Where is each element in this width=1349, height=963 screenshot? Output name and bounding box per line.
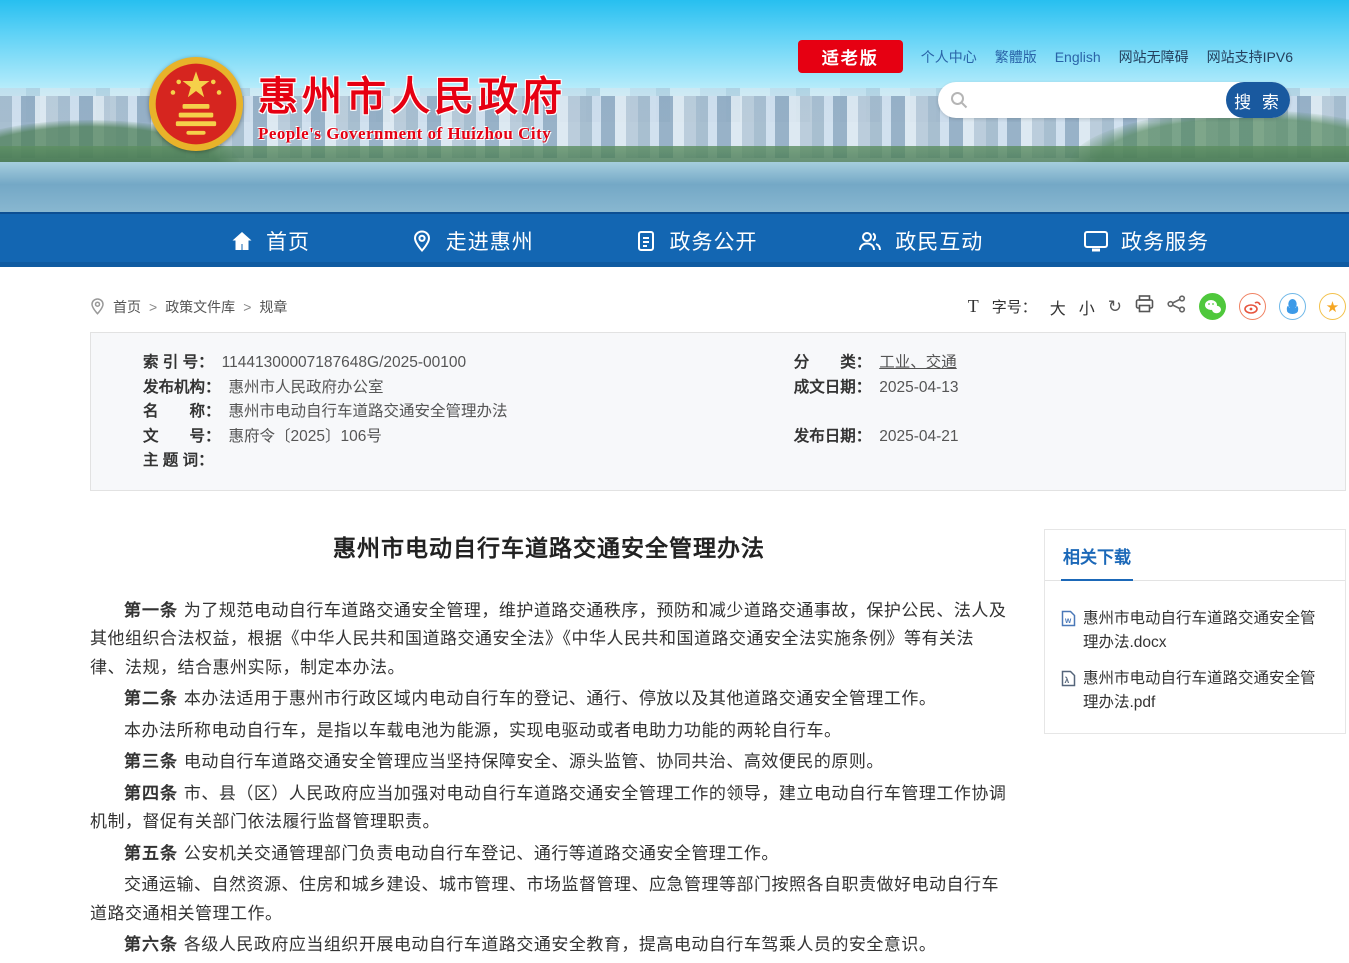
qq-icon [1285,298,1300,315]
nav-item-label: 首页 [266,226,310,256]
breadcrumb-separator: > [149,299,157,315]
home-icon [230,229,254,253]
favorite-button[interactable]: ★ [1319,293,1346,320]
top-link-accessibility[interactable]: 网站无障碍 [1119,47,1189,67]
breadcrumb-home[interactable]: 首页 [113,297,141,317]
meta-category: 分 类：工业、交通 [794,351,1305,376]
search-bar: 搜 索 [938,82,1290,118]
monitor-icon [1083,229,1109,253]
share-button[interactable] [1167,295,1186,318]
elder-mode-button[interactable]: 适老版 [798,40,903,73]
font-smaller-button[interactable]: 小 [1079,295,1095,319]
wechat-icon [1204,299,1222,315]
breadcrumb-toolbar-row: 首页 > 政策文件库 > 规章 T 字号： 大 小 ↻ [90,293,1346,320]
article: 惠州市电动自行车道路交通安全管理办法 第一条 为了规范电动自行车道路交通安全管理… [90,529,1008,963]
article-paragraph: 第五条 公安机关交通管理部门负责电动自行车登记、通行等道路交通安全管理工作。 [90,840,1008,869]
download-pdf-link[interactable]: λ 惠州市电动自行车道路交通安全管理办法.pdf [1061,667,1329,715]
article-paragraph: 第六条 各级人民政府应当组织开展电动自行车道路交通安全教育，提高电动自行车驾乘人… [90,931,1008,960]
article-paragraph: 第一条 为了规范电动自行车道路交通安全管理，维护道路交通秩序，预防和减少道路交通… [90,597,1008,683]
article-paragraph: 交通运输、自然资源、住房和城乡建设、城市管理、市场监督管理、应急管理等部门按照各… [90,871,1008,928]
nav-item-label: 政务服务 [1121,226,1209,256]
font-size-t-icon: T [968,296,979,317]
nav-item-label: 走进惠州 [446,226,534,256]
meta-index-number: 索 引 号：11441300007187648G/2025-00100 [143,351,794,376]
font-larger-button[interactable]: 大 [1050,295,1066,319]
top-link-personal-center[interactable]: 个人中心 [921,47,977,67]
nav-item-government-affairs[interactable]: 政务公开 [634,226,758,256]
download-file-name: 惠州市电动自行车道路交通安全管理办法.docx [1083,607,1329,655]
breadcrumb-policy-library[interactable]: 政策文件库 [165,297,235,317]
page: { "header": { "elder_mode_button": "适老版"… [0,0,1349,919]
search-icon [950,91,968,109]
download-file-name: 惠州市电动自行车道路交通安全管理办法.pdf [1083,667,1329,715]
font-size-label: 字号： [992,296,1037,317]
site-header: 惠州市人民政府 People's Government of Huizhou C… [0,0,1349,212]
document-metadata: 索 引 号：11441300007187648G/2025-00100 发布机构… [90,332,1346,491]
breadcrumb: 首页 > 政策文件库 > 规章 [90,297,287,317]
svg-text:w: w [1064,616,1072,625]
top-link-traditional-chinese[interactable]: 繁體版 [995,47,1037,67]
document-icon [634,229,658,253]
svg-text:λ: λ [1065,675,1070,685]
pdf-file-icon: λ [1061,670,1076,687]
favorite-star-icon: ★ [1326,298,1339,316]
related-downloads-panel: 相关下载 w 惠州市电动自行车道路交通安全管理办法.docx λ 惠州市电动自行… [1044,529,1346,734]
top-link-ipv6[interactable]: 网站支持IPV6 [1207,47,1293,67]
metadata-left-column: 索 引 号：11441300007187648G/2025-00100 发布机构… [143,351,794,474]
word-file-icon: w [1061,610,1076,627]
share-icon [1167,295,1186,313]
breadcrumb-separator: > [243,299,251,315]
related-downloads-header: 相关下载 [1045,530,1345,581]
nav-item-public-interaction[interactable]: 政民互动 [857,226,983,256]
top-link-english[interactable]: English [1055,49,1101,65]
related-downloads-title: 相关下载 [1061,530,1133,581]
download-docx-link[interactable]: w 惠州市电动自行车道路交通安全管理办法.docx [1061,607,1329,655]
page-toolbar: T 字号： 大 小 ↻ ★ [968,293,1346,320]
printer-icon [1135,295,1154,313]
article-paragraph: 第二条 本办法适用于惠州市行政区域内电动自行车的登记、通行、停放以及其他道路交通… [90,685,1008,714]
metadata-right-column: 分 类：工业、交通 成文日期：2025-04-13 发布日期：2025-04-2… [794,351,1305,474]
main-nav: 首页 走进惠州 政务公开 政民互动 政务服务 [0,212,1349,267]
document-title: 惠州市电动自行车道路交通安全管理办法 [90,529,1008,563]
search-input[interactable] [968,85,1226,115]
qq-share-button[interactable] [1279,293,1306,320]
related-downloads-list: w 惠州市电动自行车道路交通安全管理办法.docx λ 惠州市电动自行车道路交通… [1045,581,1345,733]
wechat-share-button[interactable] [1199,293,1226,320]
location-pin-icon [90,298,105,315]
site-title: 惠州市人民政府 [258,64,566,122]
print-button[interactable] [1135,295,1154,318]
meta-written-date: 成文日期：2025-04-13 [794,376,1305,401]
font-reset-button[interactable]: ↻ [1108,297,1122,317]
search-button[interactable]: 搜 索 [1226,82,1290,118]
site-subtitle: People's Government of Huizhou City [258,124,566,144]
meta-issuing-agency: 发布机构：惠州市人民政府办公室 [143,376,794,401]
nav-item-about-huizhou[interactable]: 走进惠州 [410,226,534,256]
article-paragraph: 本办法所称电动自行车，是指以车载电池为能源，实现电驱动或者电助力功能的两轮自行车… [90,717,1008,746]
utility-links: 适老版 个人中心 繁體版 English 网站无障碍 网站支持IPV6 [798,40,1293,73]
nav-item-label: 政务公开 [670,226,758,256]
weibo-icon [1244,299,1261,314]
nav-item-home[interactable]: 首页 [230,226,310,256]
site-logo[interactable]: 惠州市人民政府 People's Government of Huizhou C… [148,56,566,152]
meta-keywords: 主 题 词： [143,449,794,474]
article-paragraph: 第三条 电动自行车道路交通安全管理应当坚持保障安全、源头监管、协同共治、高效便民… [90,748,1008,777]
article-paragraph: 第四条 市、县（区）人民政府应当加强对电动自行车道路交通安全管理工作的领导，建立… [90,780,1008,837]
content-container: 首页 > 政策文件库 > 规章 T 字号： 大 小 ↻ [90,293,1346,963]
meta-title: 名 称：惠州市电动自行车道路交通安全管理办法 [143,400,794,425]
weibo-share-button[interactable] [1239,293,1266,320]
meta-publish-date: 发布日期：2025-04-21 [794,425,1305,450]
meta-category-link[interactable]: 工业、交通 [879,351,957,376]
people-icon [857,229,883,253]
breadcrumb-regulations[interactable]: 规章 [259,297,287,317]
header-river [0,162,1349,212]
nav-item-government-services[interactable]: 政务服务 [1083,226,1209,256]
national-emblem-icon [148,56,244,152]
location-icon [410,229,434,253]
main-content: 惠州市电动自行车道路交通安全管理办法 第一条 为了规范电动自行车道路交通安全管理… [90,529,1346,963]
nav-item-label: 政民互动 [895,226,983,256]
meta-document-number: 文 号：惠府令〔2025〕106号 [143,425,794,450]
